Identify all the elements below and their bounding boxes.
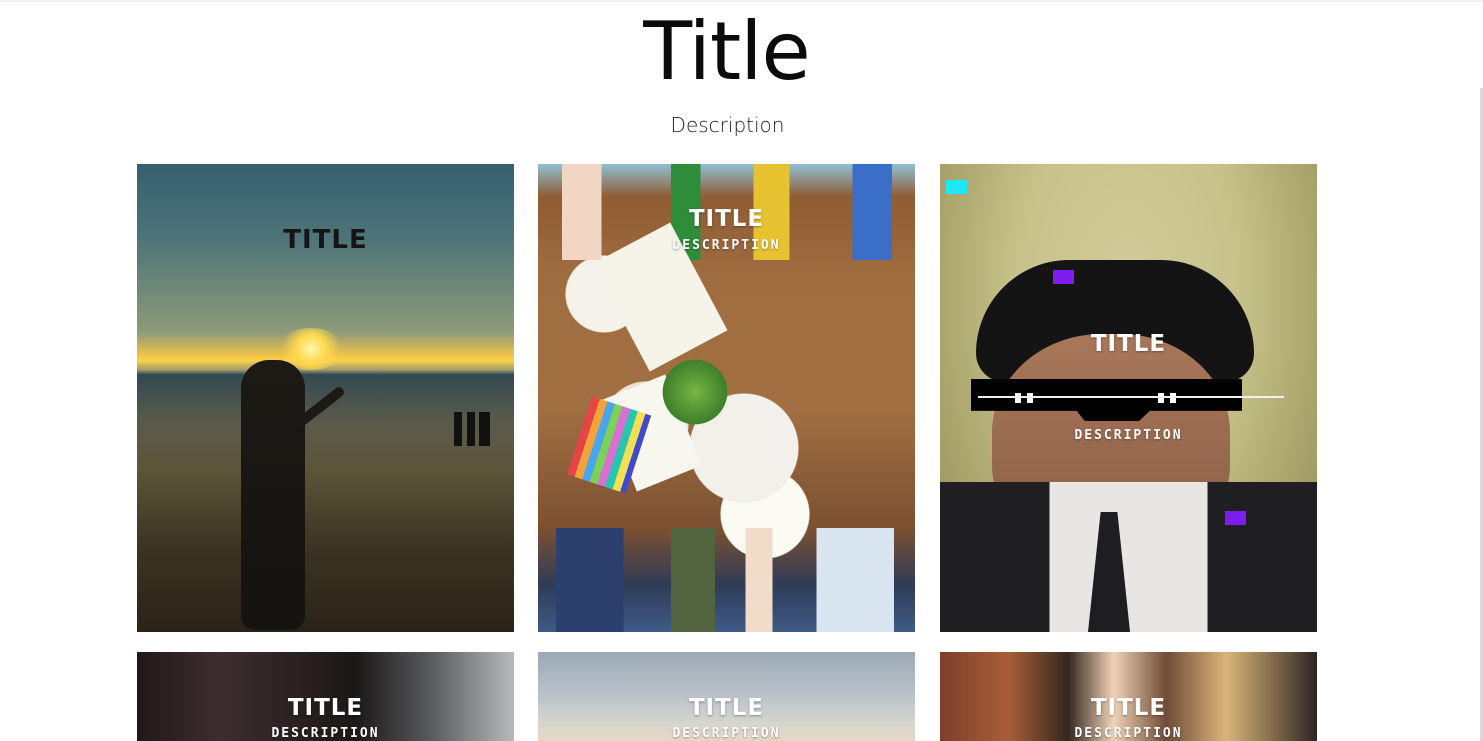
gallery-card-bottom-left[interactable]: TITLE DESCRIPTION (137, 652, 514, 741)
card-title: TITLE (283, 225, 368, 255)
purple-square-icon (1053, 270, 1074, 284)
page-description: Description (670, 113, 785, 137)
gallery-card-bottom-middle[interactable]: TITLE DESCRIPTION (538, 652, 915, 741)
card-title: TITLE (1090, 695, 1167, 721)
silhouette-person (241, 360, 305, 630)
cyan-square-icon (946, 180, 967, 194)
gallery-card-team-table[interactable]: TITLE DESCRIPTION (538, 164, 915, 632)
gallery-card-portrait[interactable]: TITLE DESCRIPTION (940, 164, 1317, 632)
card-description: DESCRIPTION (1074, 428, 1183, 443)
card-description: DESCRIPTION (271, 726, 380, 741)
overlay-line (978, 396, 1284, 398)
card-title: TITLE (688, 206, 765, 232)
card-description: DESCRIPTION (672, 726, 781, 741)
page-title: Title (643, 5, 810, 98)
card-description: DESCRIPTION (672, 238, 781, 253)
card-title: TITLE (1090, 331, 1167, 357)
card-title: TITLE (287, 695, 364, 721)
card-description: DESCRIPTION (1074, 726, 1183, 741)
gallery-card-sunset[interactable]: TITLE (137, 164, 514, 632)
top-border (0, 0, 1483, 2)
purple-square-icon (1225, 511, 1246, 525)
gallery-card-bottom-right[interactable]: TITLE DESCRIPTION (940, 652, 1317, 741)
card-title: TITLE (688, 695, 765, 721)
portrait-shirt (940, 482, 1317, 632)
distant-figures (454, 412, 490, 446)
plant-icon (662, 350, 728, 434)
arms-bottom (556, 528, 894, 632)
